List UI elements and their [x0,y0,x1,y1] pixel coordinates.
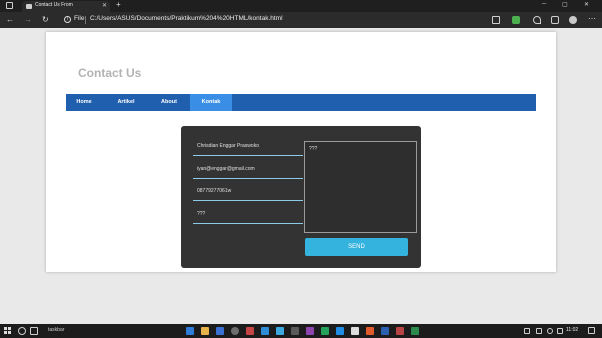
xbox-app-icon[interactable] [231,327,239,335]
extension-icon[interactable] [512,16,520,24]
task-view-icon[interactable] [30,327,38,335]
maximize-button[interactable]: ▢ [562,1,568,8]
nav-about[interactable]: About [150,94,188,111]
chrome-app-icon[interactable] [366,327,374,335]
navbar: Home Artikel About Kontak [66,94,536,111]
subject-field[interactable]: ??? [193,210,303,224]
taskbar-search-text: taskbar [48,327,65,333]
file-explorer-icon[interactable] [201,327,209,335]
nav-artikel[interactable]: Artikel [106,94,146,111]
store-app-icon[interactable] [261,327,269,335]
phone-value: 08779277061w [197,188,232,194]
nav-home[interactable]: Home [66,94,102,111]
message-value: ??? [309,146,318,152]
reload-button[interactable]: ↻ [42,15,49,24]
address-separator [85,16,86,24]
search-icon[interactable] [18,327,26,335]
page-viewport: Contact Us Home Artikel About Kontak Chr… [0,28,602,324]
volume-icon[interactable] [557,328,563,334]
windows-start-icon[interactable] [4,327,11,334]
teams-app-icon[interactable] [306,327,314,335]
battery-icon[interactable] [536,328,542,334]
favorites-star-icon[interactable] [533,16,541,24]
browser-tab[interactable]: Contact Us From ✕ [22,1,110,12]
forward-button[interactable]: → [24,15,32,24]
profile-avatar[interactable] [569,16,577,24]
office-app-icon[interactable] [246,327,254,335]
notepad-app-icon[interactable] [351,327,359,335]
tab-actions-icon[interactable] [6,2,13,9]
name-value: Chrisdian Enggar Praswoko [197,143,259,149]
address-bar-row: ← → ↻ i File C:/Users/ASUS/Documents/Pra… [0,12,602,28]
spotify-app-icon[interactable] [321,327,329,335]
file-scheme-label: File [74,15,85,22]
back-button[interactable]: ← [6,15,14,24]
tab-title: Contact Us From [35,2,73,8]
page-favicon-icon [26,4,32,9]
send-button[interactable]: SEND [305,238,408,256]
page-container: Contact Us Home Artikel About Kontak Chr… [46,32,556,272]
name-field[interactable]: Chrisdian Enggar Praswoko [193,142,303,156]
more-menu-icon[interactable]: ⋯ [588,14,596,23]
url-field[interactable]: C:/Users/ASUS/Documents/Praktikum%204%20… [90,15,283,22]
photos-app-icon[interactable] [336,327,344,335]
read-aloud-icon[interactable] [492,16,500,24]
contact-form: Chrisdian Enggar Praswoko iyan@enggar@gm… [181,126,421,268]
phone-field[interactable]: 08779277061w [193,187,303,201]
taskbar-search-box[interactable]: taskbar [44,326,176,336]
collections-icon[interactable] [551,16,559,24]
message-textarea[interactable]: ??? [304,141,417,233]
mail-app-icon[interactable] [216,327,224,335]
window-close-button[interactable]: ✕ [584,1,589,8]
excel-app-icon[interactable] [411,327,419,335]
email-field[interactable]: iyan@enggar@gmail.com [193,165,303,179]
subject-value: ??? [197,211,206,217]
new-tab-button[interactable]: + [116,0,121,9]
nav-kontak[interactable]: Kontak [190,94,232,111]
taskbar-clock[interactable]: 11:02 [566,327,578,333]
site-info-icon[interactable]: i [64,16,71,23]
browser-tab-strip: Contact Us From ✕ + ─ ▢ ✕ [0,0,602,12]
powerpoint-app-icon[interactable] [396,327,404,335]
vscode-app-icon[interactable] [276,327,284,335]
taskbar: taskbar 11:02 [0,324,602,338]
tab-close-icon[interactable]: ✕ [102,2,107,9]
tray-chevron-icon[interactable] [524,328,530,334]
word-app-icon[interactable] [381,327,389,335]
page-title: Contact Us [78,66,142,80]
edge-app-icon[interactable] [186,327,194,335]
email-value: iyan@enggar@gmail.com [197,166,255,172]
terminal-app-icon[interactable] [291,327,299,335]
wifi-icon[interactable] [547,328,553,334]
minimize-button[interactable]: ─ [542,1,546,7]
notifications-icon[interactable] [588,327,595,334]
